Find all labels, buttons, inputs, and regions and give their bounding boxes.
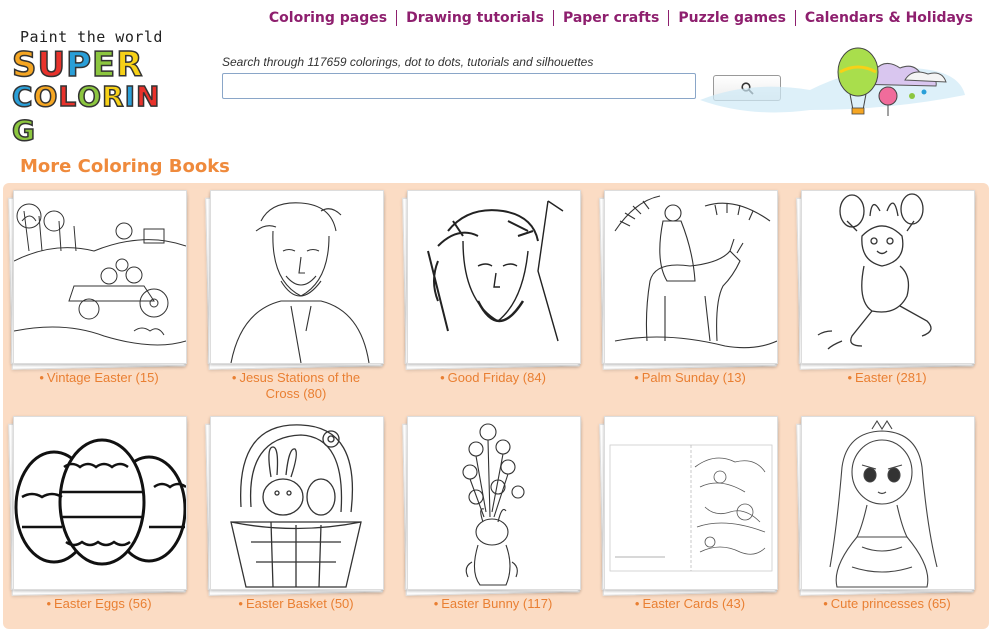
- book-card-easter[interactable]: • Easter (281): [796, 190, 976, 386]
- logo-word-coloring: COLORING: [11, 79, 161, 148]
- book-label[interactable]: Vintage Easter (15): [47, 370, 159, 385]
- nav-puzzle-games[interactable]: Puzzle games: [678, 10, 786, 26]
- vintage-easter-drawing: [14, 203, 186, 346]
- balloon-clouds-illustration: [700, 47, 965, 116]
- book-card-vintage-easter[interactable]: • Vintage Easter (15): [8, 190, 188, 386]
- jesus-drawing: [230, 202, 370, 363]
- nav-calendars-holidays[interactable]: Calendars & Holidays: [805, 10, 973, 26]
- book-card-jesus-stations[interactable]: • Jesus Stations of the Cross (80): [205, 190, 385, 402]
- top-navigation: Coloring pages Drawing tutorials Paper c…: [269, 10, 973, 26]
- site-logo[interactable]: Paint the world SUPER COLORING: [11, 28, 164, 148]
- book-card-cute-princesses[interactable]: • Cute princesses (65): [796, 416, 976, 612]
- book-card-good-friday[interactable]: • Good Friday (84): [402, 190, 582, 386]
- book-label[interactable]: Good Friday (84): [448, 370, 546, 385]
- search-input[interactable]: [222, 73, 696, 99]
- nav-coloring-pages[interactable]: Coloring pages: [269, 10, 387, 26]
- section-title: More Coloring Books: [20, 156, 230, 177]
- book-card-palm-sunday[interactable]: • Palm Sunday (13): [599, 190, 779, 386]
- book-label[interactable]: Jesus Stations of the Cross (80): [239, 370, 360, 401]
- book-thumbnail[interactable]: [8, 190, 188, 370]
- nav-divider: [552, 10, 554, 26]
- logo-tagline: Paint the world: [20, 28, 163, 46]
- easter-bunny-drawing: [817, 193, 932, 350]
- book-thumbnail[interactable]: [599, 416, 779, 596]
- book-label[interactable]: Easter Cards (43): [642, 596, 745, 611]
- book-label[interactable]: Cute princesses (65): [831, 596, 951, 611]
- princess-drawing: [829, 419, 938, 588]
- book-thumbnail[interactable]: [402, 416, 582, 596]
- book-card-easter-bunny[interactable]: • Easter Bunny (117): [402, 416, 582, 612]
- easter-bunny-flowers-drawing: [462, 423, 525, 586]
- book-label[interactable]: Easter Bunny (117): [441, 596, 552, 611]
- book-label[interactable]: Palm Sunday (13): [642, 370, 746, 385]
- book-thumbnail[interactable]: [599, 190, 779, 370]
- book-thumbnail[interactable]: [205, 190, 385, 370]
- book-thumbnail[interactable]: [796, 416, 976, 596]
- book-card-easter-eggs[interactable]: • Easter Eggs (56): [8, 416, 188, 612]
- nav-drawing-tutorials[interactable]: Drawing tutorials: [406, 10, 544, 26]
- book-card-easter-cards[interactable]: • Easter Cards (43): [599, 416, 779, 612]
- palm-sunday-drawing: [614, 195, 777, 349]
- book-label[interactable]: Easter (281): [855, 370, 927, 385]
- logo-word-super: SUPER: [11, 45, 144, 85]
- book-card-easter-basket[interactable]: • Easter Basket (50): [205, 416, 385, 612]
- book-thumbnail[interactable]: [796, 190, 976, 370]
- book-thumbnail[interactable]: [402, 190, 582, 370]
- nav-divider: [396, 10, 398, 26]
- search-label: Search through 117659 colorings, dot to …: [222, 55, 594, 69]
- easter-basket-drawing: [230, 424, 362, 588]
- book-thumbnail[interactable]: [8, 416, 188, 596]
- book-label[interactable]: Easter Basket (50): [246, 596, 354, 611]
- nav-paper-crafts[interactable]: Paper crafts: [563, 10, 659, 26]
- good-friday-drawing: [427, 200, 564, 342]
- nav-divider: [668, 10, 670, 26]
- easter-eggs-drawing: [14, 438, 186, 566]
- nav-divider: [794, 10, 796, 26]
- book-thumbnail[interactable]: [205, 416, 385, 596]
- book-label[interactable]: Easter Eggs (56): [54, 596, 152, 611]
- easter-card-drawing: [609, 444, 773, 572]
